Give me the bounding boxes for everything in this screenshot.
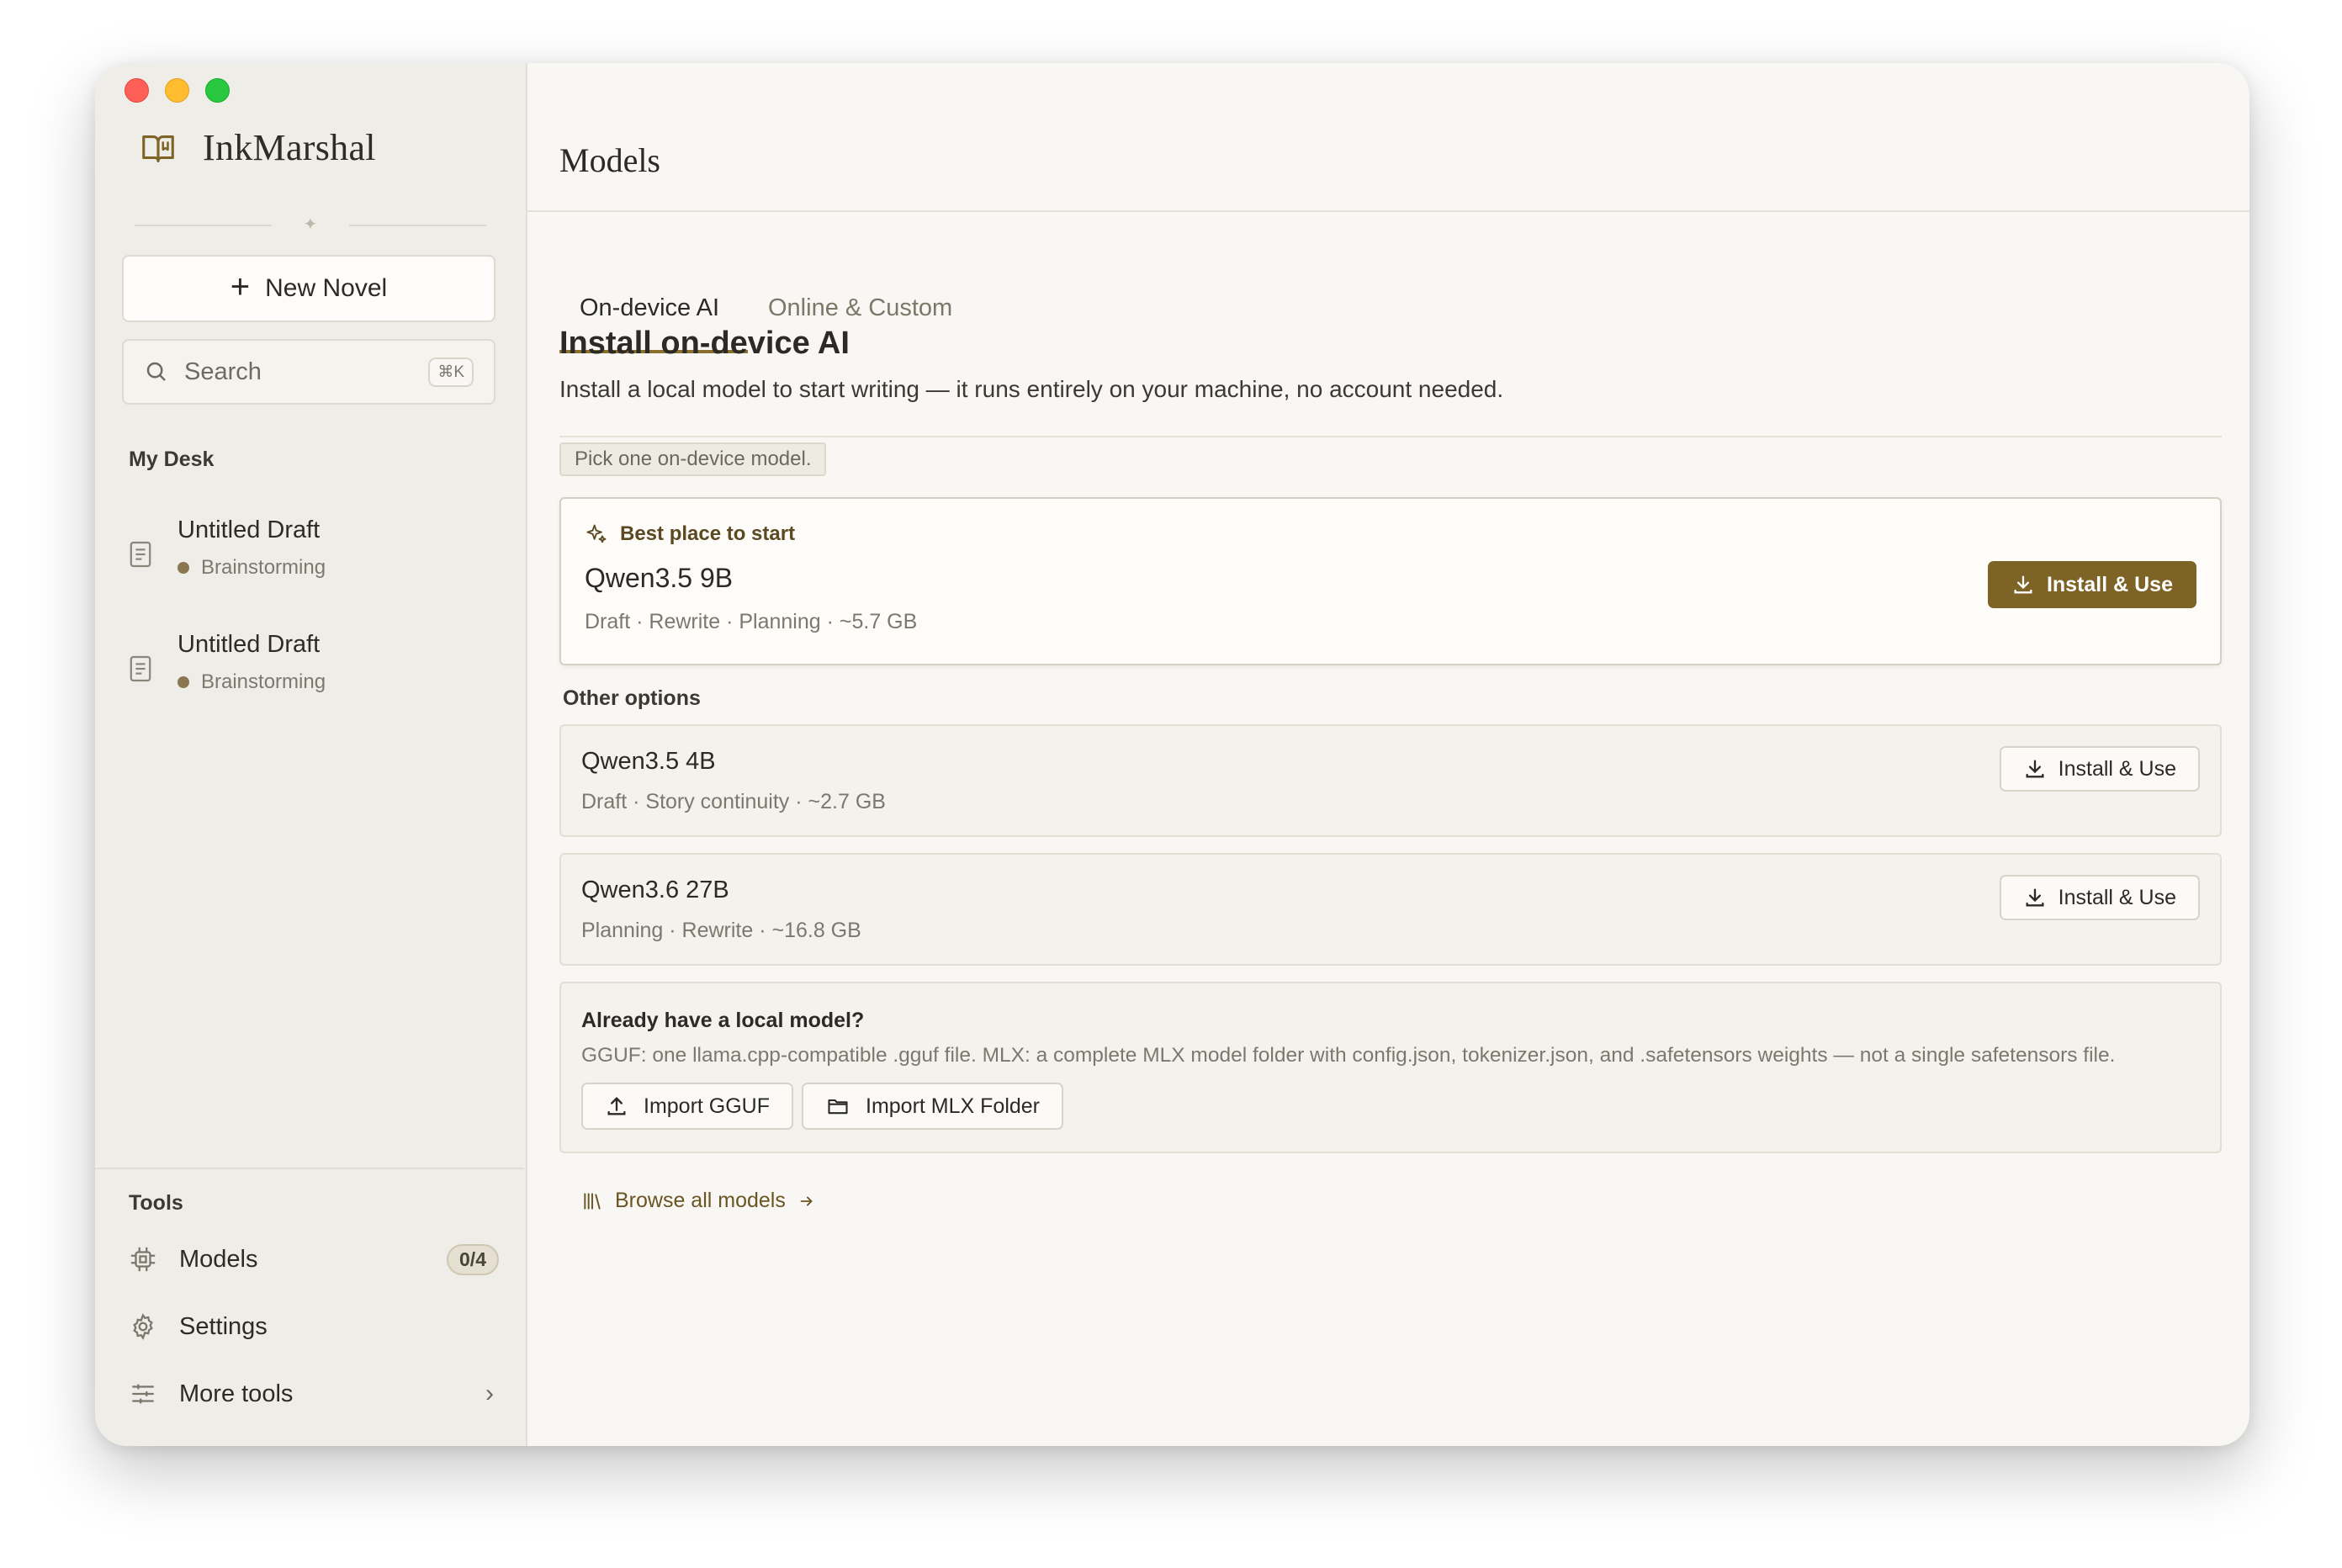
main-content: Models On-device AI Online & Custom Inst… (526, 63, 2249, 1446)
install-use-label: Install & Use (2058, 756, 2176, 781)
local-model-card: Already have a local model? GGUF: one ll… (559, 982, 2222, 1153)
model-meta: Planning · Rewrite · ~16.8 GB (581, 919, 861, 942)
local-model-title: Already have a local model? (581, 1009, 865, 1032)
tools-title: Tools (129, 1191, 183, 1215)
book-icon (139, 129, 178, 167)
sidebar-item-settings[interactable]: Settings (129, 1301, 499, 1352)
app-name: InkMarshal (203, 127, 376, 168)
section-heading: Install on-device AI (559, 326, 850, 361)
app-brand: InkMarshal (139, 126, 376, 169)
import-mlx-folder-button[interactable]: Import MLX Folder (802, 1083, 1064, 1130)
new-novel-label: New Novel (265, 274, 388, 302)
draft-status: Brainstorming (201, 670, 326, 693)
download-icon (2023, 886, 2047, 909)
best-label: Best place to start (620, 522, 796, 545)
sliders-icon (129, 1380, 157, 1408)
page-title: Models (559, 141, 660, 179)
draft-item[interactable]: Untitled Draft Brainstorming (129, 515, 499, 599)
model-name: Qwen3.5 9B (585, 563, 734, 593)
download-icon (2011, 573, 2035, 596)
other-options-title: Other options (563, 686, 701, 710)
install-use-label: Install & Use (2046, 572, 2173, 596)
sidebar-item-models[interactable]: Models 0/4 (129, 1234, 499, 1285)
sparkles-icon (585, 522, 608, 546)
status-dot (178, 676, 189, 688)
model-option-card: Qwen3.6 27B Planning · Rewrite · ~16.8 G… (559, 853, 2222, 966)
new-novel-button[interactable]: + New Novel (122, 255, 495, 322)
arrow-right-icon (797, 1192, 816, 1210)
folder-icon (825, 1094, 850, 1118)
sidebar-item-label: Settings (179, 1312, 268, 1340)
import-gguf-label: Import GGUF (644, 1094, 771, 1118)
document-icon (129, 540, 152, 569)
download-icon (2023, 757, 2047, 781)
recommended-model-card: Best place to start Qwen3.5 9B Draft · R… (559, 497, 2222, 665)
model-option-card: Qwen3.5 4B Draft · Story continuity · ~2… (559, 724, 2222, 837)
library-icon (581, 1190, 603, 1212)
sidebar: InkMarshal ✦ + New Novel Search ⌘K My De… (95, 63, 527, 1446)
models-count-badge: 0/4 (447, 1243, 499, 1275)
local-model-description: GGUF: one llama.cpp-compatible .gguf fil… (581, 1044, 2116, 1067)
install-use-label: Install & Use (2058, 885, 2176, 909)
search-field[interactable]: Search ⌘K (122, 339, 495, 405)
draft-status: Brainstorming (201, 556, 326, 579)
sidebar-item-more-tools[interactable]: More tools › (129, 1369, 499, 1419)
install-use-button[interactable]: Install & Use (1999, 746, 2200, 792)
tab-on-device-ai[interactable]: On-device AI (580, 294, 719, 322)
draft-item[interactable]: Untitled Draft Brainstorming (129, 629, 499, 713)
install-use-button[interactable]: Install & Use (1999, 875, 2200, 920)
pick-hint: Pick one on-device model. (559, 442, 827, 476)
window-controls (125, 78, 230, 103)
section-description: Install a local model to start writing —… (559, 376, 1504, 402)
chevron-right-icon: › (485, 1380, 494, 1407)
status-dot (178, 562, 189, 574)
sidebar-item-label: More tools (179, 1380, 294, 1407)
browse-all-models-label: Browse all models (615, 1189, 786, 1212)
model-name: Qwen3.6 27B (581, 877, 729, 903)
document-icon (129, 654, 152, 683)
model-name: Qwen3.5 4B (581, 748, 716, 775)
tab-online-custom[interactable]: Online & Custom (768, 294, 952, 322)
tabs-divider (559, 436, 2222, 437)
app-window: InkMarshal ✦ + New Novel Search ⌘K My De… (95, 63, 2249, 1446)
model-meta: Draft · Rewrite · Planning · ~5.7 GB (585, 610, 918, 633)
model-meta: Draft · Story continuity · ~2.7 GB (581, 790, 886, 813)
tools-divider (95, 1168, 524, 1169)
install-use-button[interactable]: Install & Use (1987, 561, 2196, 608)
search-label: Search (184, 358, 262, 385)
import-mlx-label: Import MLX Folder (866, 1094, 1041, 1118)
upload-icon (605, 1094, 628, 1118)
my-desk-title: My Desk (129, 448, 215, 471)
sidebar-item-label: Models (179, 1245, 258, 1273)
plus-icon: + (230, 268, 251, 305)
search-icon (144, 359, 169, 384)
decorative-divider: ✦ (135, 215, 486, 234)
draft-title: Untitled Draft (178, 516, 321, 543)
gear-icon (129, 1312, 157, 1341)
search-shortcut: ⌘K (428, 357, 474, 387)
browse-all-models-link[interactable]: Browse all models (581, 1189, 816, 1213)
chip-icon (129, 1245, 157, 1274)
zoom-window-button[interactable] (205, 78, 230, 103)
close-window-button[interactable] (125, 78, 149, 103)
draft-title: Untitled Draft (178, 631, 321, 658)
import-gguf-button[interactable]: Import GGUF (581, 1083, 794, 1130)
minimize-window-button[interactable] (165, 78, 189, 103)
